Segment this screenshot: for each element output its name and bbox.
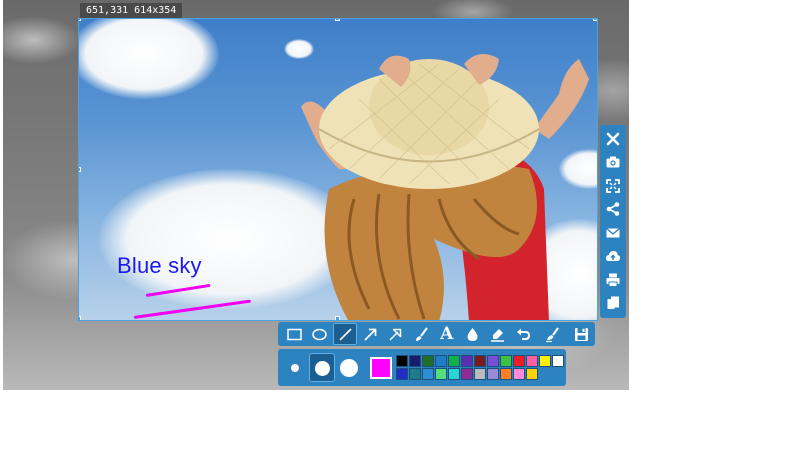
ellipse-tool[interactable] (307, 323, 331, 345)
highlighter-icon (491, 328, 505, 342)
medium-dot-icon (314, 360, 330, 376)
resize-handle-top[interactable] (335, 19, 340, 21)
color-swatch[interactable] (526, 355, 538, 367)
copy-button[interactable] (600, 292, 626, 316)
color-swatch[interactable] (526, 368, 538, 380)
line-tool[interactable] (332, 323, 358, 345)
color-swatch[interactable] (552, 355, 564, 367)
rectangle-icon (286, 328, 302, 340)
color-swatch[interactable] (487, 355, 499, 367)
close-icon (606, 132, 620, 146)
color-swatch[interactable] (435, 355, 447, 367)
color-swatch[interactable] (539, 355, 551, 367)
action-toolbar (600, 125, 626, 318)
cloud-upload-icon (605, 251, 621, 262)
highlighter-tool[interactable] (485, 323, 509, 345)
size-large-button[interactable] (336, 353, 362, 382)
color-swatch[interactable] (396, 355, 408, 367)
arrow-icon (364, 328, 377, 341)
color-swatch[interactable] (409, 355, 421, 367)
brush-tool[interactable] (409, 323, 433, 345)
camera-icon (606, 156, 620, 168)
outline-arrow-tool[interactable] (384, 323, 408, 345)
capture-button[interactable] (600, 151, 626, 175)
copy-icon (606, 296, 619, 311)
annotation-text-blue-sky[interactable]: Blue sky (117, 253, 202, 279)
color-swatch[interactable] (500, 355, 512, 367)
current-color-swatch[interactable] (370, 357, 392, 379)
color-swatch[interactable] (461, 368, 473, 380)
small-dot-icon (291, 364, 299, 372)
color-swatch[interactable] (513, 368, 525, 380)
text-tool[interactable]: A (435, 323, 459, 345)
print-icon (606, 273, 620, 287)
undo-button[interactable] (511, 323, 535, 345)
color-swatch[interactable] (396, 368, 408, 380)
print-button[interactable] (600, 268, 626, 292)
fullscreen-icon (606, 178, 620, 193)
size-small-button[interactable] (282, 353, 308, 382)
blur-tool[interactable] (460, 323, 484, 345)
email-button[interactable] (600, 221, 626, 245)
mail-icon (606, 227, 620, 238)
color-swatch[interactable] (448, 355, 460, 367)
selection-size-label: 651,331 614x354 (80, 3, 183, 19)
close-button[interactable] (600, 127, 626, 151)
rectangle-tool[interactable] (282, 323, 306, 345)
large-dot-icon (340, 359, 358, 377)
save-button[interactable] (570, 323, 594, 345)
save-icon (575, 327, 589, 341)
color-palette (396, 355, 564, 380)
ellipse-icon (312, 328, 327, 340)
color-swatch[interactable] (461, 355, 473, 367)
resize-handle-top-right[interactable] (593, 19, 597, 21)
color-swatch[interactable] (500, 368, 512, 380)
brush-icon (415, 326, 428, 341)
color-swatch[interactable] (474, 368, 486, 380)
color-swatch[interactable] (513, 355, 525, 367)
drawing-toolbar: A (278, 322, 595, 346)
eraser-icon (545, 326, 559, 342)
droplet-icon (467, 327, 478, 341)
color-swatch[interactable] (487, 368, 499, 380)
upload-button[interactable] (600, 245, 626, 269)
share-button[interactable] (600, 198, 626, 222)
color-swatch[interactable] (448, 368, 460, 380)
resize-handle-bottom[interactable] (335, 316, 340, 320)
resize-handle-top-left[interactable] (79, 19, 81, 21)
share-icon (606, 202, 620, 217)
resize-handle-bottom-left[interactable] (79, 316, 81, 320)
size-medium-button[interactable] (309, 353, 335, 382)
color-swatch[interactable] (435, 368, 447, 380)
text-icon: A (440, 323, 454, 344)
outline-arrow-icon (389, 328, 402, 341)
arrow-tool[interactable] (358, 323, 382, 345)
resize-handle-left[interactable] (79, 167, 81, 172)
color-swatch[interactable] (474, 355, 486, 367)
clear-button[interactable] (540, 323, 564, 345)
color-swatch[interactable] (409, 368, 421, 380)
undo-icon (516, 328, 530, 340)
color-swatch[interactable] (422, 355, 434, 367)
color-swatch[interactable] (422, 368, 434, 380)
fullscreen-button[interactable] (600, 174, 626, 198)
brush-options-panel (278, 349, 566, 386)
screenshot-stage: 651,331 614x354 Blue sky A (0, 0, 800, 471)
line-icon (338, 327, 352, 341)
